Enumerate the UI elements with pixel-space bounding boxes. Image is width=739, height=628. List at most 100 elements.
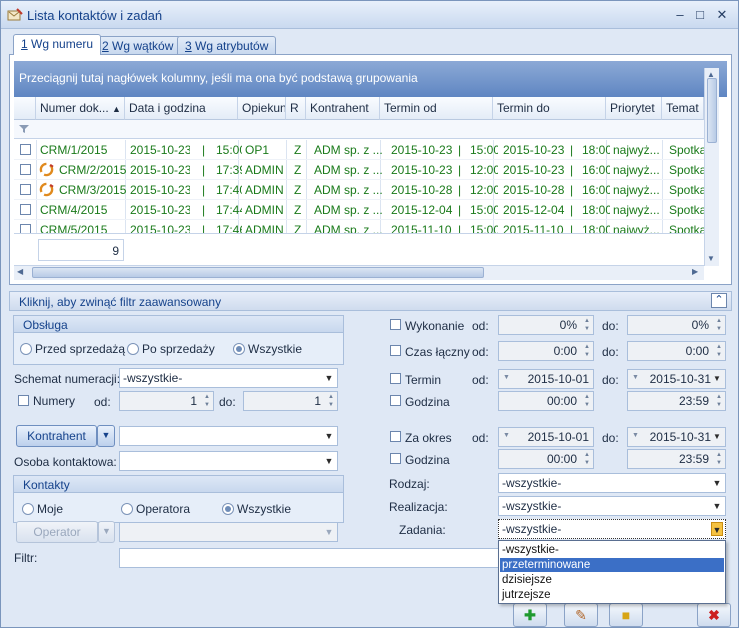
table-row[interactable]: CRM/2/20152015-10-23|17:39ADMINZADM sp. … [14,160,707,180]
godzina2-checkbox[interactable] [390,453,401,464]
zadania-select[interactable]: -wszystkie- ▼ [498,519,726,539]
kontrahent-button[interactable]: Kontrahent [16,425,97,447]
edit-button[interactable]: ✎ [564,603,598,627]
zadania-option-jutrzejsze[interactable]: jutrzejsze [500,588,724,602]
okres-do-input[interactable]: ▼ 2015-10-31 ▼ [627,427,726,447]
table-row[interactable]: CRM/3/20152015-10-23 | 17:40ADMIN Z ADM sp. … [14,180,707,200]
radio-przed-sprzedaza[interactable] [20,343,32,355]
task-cycle-icon [39,162,54,177]
filtr-input[interactable] [119,548,499,568]
realizacja-select[interactable]: -wszystkie- ▼ [498,496,726,516]
scroll-right-icon[interactable]: ▶ [692,267,698,276]
column-header-numer[interactable]: Numer dok... ▲ [36,97,125,120]
group-by-header[interactable]: Przeciągnij tutaj nagłówek kolumny, jeśl… [14,61,727,97]
row-count: 9 [38,239,124,261]
godzina2-od-input[interactable]: 00:00 ▲ ▼ [498,449,594,469]
advanced-filter-banner[interactable]: Kliknij, aby zwinąć filtr zaawansowany ⌃ [9,291,732,311]
chevron-down-icon: ▼ [712,478,722,488]
termin-od-input[interactable]: ▼ 2015-10-01 [498,369,594,389]
numery-od-input[interactable]: 1 ▲ ▼ [119,391,214,411]
collapse-icon[interactable]: ⌃ [711,293,727,308]
horizontal-scrollbar[interactable]: ◀ ▶ [14,265,704,280]
add-button[interactable]: ✚ [513,603,547,627]
title-bar: Lista kontaktów i zadań – □ ✕ [1,1,738,29]
numery-label: Numery [33,394,76,408]
wykonanie-checkbox[interactable] [390,319,401,330]
numery-checkbox[interactable] [18,395,29,406]
minimize-icon[interactable]: – [671,6,689,24]
zadania-option-przeterminowane[interactable]: przeterminowane [500,558,724,572]
termin-do-input[interactable]: ▼ 2015-10-31 ▼ [627,369,726,389]
numery-do-input[interactable]: 1 ▲ ▼ [243,391,338,411]
cell-termin-do-godzina: 18:00 [582,203,610,217]
zadania-option-wszystkie[interactable]: -wszystkie- [500,543,724,557]
godzina-label: Godzina [405,395,450,409]
wykonanie-do-input[interactable]: 0% ▲ ▼ [627,315,726,335]
horizontal-scroll-thumb[interactable] [32,267,484,278]
tab-wg-numeru[interactable]: 1 Wg numeru [13,34,102,55]
cell-separator: | [458,163,462,177]
cell-data: 2015-10-23 [130,143,190,157]
column-header-opiekun[interactable]: Opiekun [238,97,286,120]
tab-wg-atrybutow[interactable]: 3 Wg atrybutów [177,36,277,55]
termin-checkbox[interactable] [390,373,401,384]
cell-priorytet: najwyż... [613,143,660,157]
scroll-down-icon[interactable]: ▼ [707,254,715,263]
column-header-temat[interactable]: Temat [662,97,704,120]
column-header-kontrahent[interactable]: Kontrahent [306,97,380,120]
godzina2-do-input[interactable]: 23:59 ▲ ▼ [627,449,726,469]
cell-priorytet: najwyż... [613,203,660,217]
czas-laczny-checkbox[interactable] [390,345,401,356]
radio-po-sprzedazy[interactable] [127,343,139,355]
godzina-od-input[interactable]: 00:00 ▲ ▼ [498,391,594,411]
cell-separator: | [570,183,574,197]
window-title: Lista kontaktów i zadań [27,8,163,23]
column-header-priorytet[interactable]: Priorytet [606,97,662,120]
czas-od-input[interactable]: 0:00 ▲ ▼ [498,341,594,361]
operator-dropdown-button[interactable]: ▼ [98,521,115,543]
cell-separator: | [458,203,462,217]
obsluga-group: Przed sprzedażą Po sprzedaży Wszystkie [13,333,344,365]
kontrahent-select[interactable]: ▼ [119,426,338,446]
attribute-button[interactable]: ■ [609,603,643,627]
godzina-do-input[interactable]: 23:59 ▲ ▼ [627,391,726,411]
column-header-termin-od[interactable]: Termin od [380,97,493,120]
operator-button[interactable]: Operator [16,521,98,543]
scroll-left-icon[interactable]: ◀ [17,267,23,276]
schemat-numeracji-select[interactable]: -wszystkie- ▼ [119,368,338,388]
vertical-scrollbar[interactable]: ▲ ▼ [704,68,719,266]
radio-label-operatora: Operatora [136,502,191,516]
column-header-termin-do[interactable]: Termin do [493,97,606,120]
godzina-checkbox[interactable] [390,395,401,406]
zadania-option-dzisiejsze[interactable]: dzisiejsze [500,573,724,587]
wykonanie-od-input[interactable]: 0% ▲ ▼ [498,315,594,335]
cell-temat: Spotkan [669,183,707,197]
row-checkbox[interactable] [20,164,31,175]
za-okres-checkbox[interactable] [390,431,401,442]
row-checkbox[interactable] [20,204,31,215]
kontrahent-dropdown-button[interactable]: ▼ [97,425,115,447]
tab-wg-watkow[interactable]: 2 Wg wątków [94,36,182,55]
table-row[interactable]: CRM/4/2015 2015-10-23 | 17:44ADMIN Z ADM sp. … [14,200,707,220]
close-icon[interactable]: ✕ [713,6,731,24]
column-header-r[interactable]: R [286,97,306,120]
radio-operatora[interactable] [121,503,133,515]
osoba-kontaktowa-select[interactable]: ▼ [119,451,338,471]
radio-wszystkie-kontakty[interactable] [222,503,234,515]
maximize-icon[interactable]: □ [691,6,709,24]
radio-wszystkie-obsluga[interactable] [233,343,245,355]
table-row[interactable]: CRM/1/20152015-10-23|15:00OP1ZADM sp. z … [14,140,707,160]
grid-filter-row[interactable] [14,120,704,139]
okres-od-input[interactable]: ▼ 2015-10-01 [498,427,594,447]
row-checkbox[interactable] [20,184,31,195]
cell-termin-od-data: 2015-10-28 [391,183,453,197]
operator-select[interactable]: ▼ [119,522,338,542]
rodzaj-select[interactable]: -wszystkie- ▼ [498,473,726,493]
czas-do-input[interactable]: 0:00 ▲ ▼ [627,341,726,361]
radio-moje[interactable] [22,503,34,515]
row-checkbox[interactable] [20,144,31,155]
filter-icon[interactable] [19,124,29,134]
column-header-data[interactable]: Data i godzina [125,97,238,120]
delete-button[interactable]: ✖ [697,603,731,627]
vertical-scroll-thumb[interactable] [707,78,717,143]
